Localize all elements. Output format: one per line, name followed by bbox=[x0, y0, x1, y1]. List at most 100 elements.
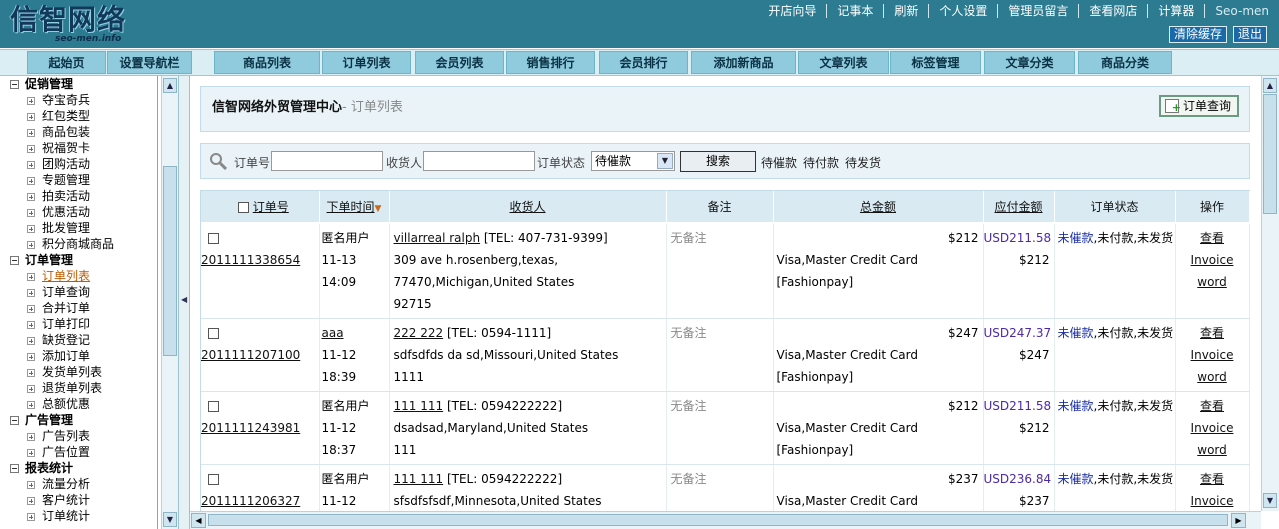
menu-item-6[interactable]: 会员排行 bbox=[599, 51, 688, 74]
menu-item-2[interactable]: 商品列表 bbox=[214, 51, 320, 74]
order-time-sort[interactable]: 下单时间 bbox=[327, 200, 375, 214]
order-no-link[interactable]: 2011111206327 bbox=[201, 494, 300, 508]
main-scrollbar[interactable]: ▲ ▼ bbox=[1261, 76, 1279, 511]
consignee-name-link[interactable]: 222 222 bbox=[394, 326, 444, 340]
sidebar-item[interactable]: 祝福贺卡 bbox=[0, 140, 157, 156]
sidebar-item[interactable]: 合并订单 bbox=[0, 300, 157, 316]
invoice-link[interactable]: Invoice bbox=[1191, 348, 1234, 362]
collapse-icon[interactable] bbox=[10, 80, 19, 89]
sidebar-item[interactable]: 添加订单 bbox=[0, 348, 157, 364]
search-button[interactable]: 搜索 bbox=[680, 151, 756, 172]
scroll-down-icon[interactable]: ▼ bbox=[163, 512, 177, 527]
sidebar-item[interactable]: 优惠活动 bbox=[0, 204, 157, 220]
status-select[interactable]: 待催款 ▼ bbox=[591, 151, 675, 171]
menu-item-3[interactable]: 订单列表 bbox=[322, 51, 411, 74]
sidebar-item[interactable]: 广告位置 bbox=[0, 444, 157, 460]
menu-item-8[interactable]: 文章列表 bbox=[798, 51, 889, 74]
consignee-name-link[interactable]: 111 111 bbox=[394, 399, 444, 413]
order-no-link[interactable]: 2011111243981 bbox=[201, 421, 300, 435]
sidebar-item[interactable]: 退货单列表 bbox=[0, 380, 157, 396]
sidebar-scrollbar[interactable]: ▲ ▼ bbox=[161, 76, 178, 529]
scroll-right-icon[interactable]: ▶ bbox=[1231, 513, 1246, 528]
sidebar-group[interactable]: 报表统计 bbox=[0, 460, 157, 476]
scroll-up-icon[interactable]: ▲ bbox=[163, 78, 177, 93]
buyer-name[interactable]: aaa bbox=[322, 322, 389, 344]
menu-item-10[interactable]: 文章分类 bbox=[984, 51, 1075, 74]
sidebar-item[interactable]: 订单统计 bbox=[0, 508, 157, 524]
row-checkbox[interactable] bbox=[208, 473, 219, 485]
select-all-checkbox[interactable] bbox=[237, 202, 249, 213]
consignee-sort[interactable]: 收货人 bbox=[509, 200, 545, 214]
sidebar-splitter[interactable]: ◀ bbox=[178, 76, 190, 529]
sidebar-item[interactable]: 商品包装 bbox=[0, 124, 157, 140]
row-checkbox[interactable] bbox=[208, 233, 219, 244]
row-checkbox[interactable] bbox=[208, 327, 219, 339]
scroll-thumb[interactable] bbox=[163, 166, 177, 356]
collapse-icon[interactable] bbox=[10, 464, 19, 473]
scroll-down-icon[interactable]: ▼ bbox=[1263, 493, 1277, 508]
invoice-link[interactable]: Invoice bbox=[1191, 494, 1234, 508]
sidebar-item[interactable]: 总额优惠 bbox=[0, 396, 157, 412]
invoice-link[interactable]: Invoice bbox=[1191, 253, 1234, 267]
view-link[interactable]: 查看 bbox=[1176, 227, 1249, 249]
menu-item-1[interactable]: 设置导航栏 bbox=[107, 51, 192, 74]
col-order-time[interactable]: 下单时间▼ bbox=[319, 191, 390, 224]
menu-item-5[interactable]: 销售排行 bbox=[506, 51, 595, 74]
top-link-6[interactable]: 计算器 bbox=[1148, 4, 1206, 18]
sidebar-item[interactable]: 专题管理 bbox=[0, 172, 157, 188]
col-total[interactable]: 总金额 bbox=[773, 191, 984, 224]
top-link-2[interactable]: 刷新 bbox=[884, 4, 930, 18]
sidebar-group[interactable]: 促销管理 bbox=[0, 76, 157, 92]
filter-await-reminder[interactable]: 待催款 bbox=[761, 154, 797, 171]
sidebar-item[interactable]: 广告列表 bbox=[0, 428, 157, 444]
invoice-link[interactable]: Invoice bbox=[1191, 421, 1234, 435]
filter-await-payment[interactable]: 待付款 bbox=[803, 154, 839, 171]
top-link-0[interactable]: 开店向导 bbox=[758, 4, 828, 18]
consignee-name-link[interactable]: 111 111 bbox=[394, 472, 444, 486]
row-checkbox[interactable] bbox=[208, 400, 219, 412]
menu-item-9[interactable]: 标签管理 bbox=[890, 51, 981, 74]
word-link[interactable]: word bbox=[1197, 275, 1227, 289]
sidebar-group[interactable]: 订单管理 bbox=[0, 252, 157, 268]
top-link-5[interactable]: 查看网店 bbox=[1079, 4, 1149, 18]
collapse-icon[interactable] bbox=[10, 416, 19, 425]
scroll-left-icon[interactable]: ◀ bbox=[191, 513, 206, 528]
order-query-button[interactable]: 订单查询 bbox=[1158, 95, 1239, 117]
order-no-sort[interactable]: 订单号 bbox=[253, 200, 289, 214]
horizontal-scrollbar[interactable]: ◀ ▶ bbox=[190, 511, 1261, 529]
consignee-name-link[interactable]: villarreal ralph bbox=[394, 231, 481, 245]
sidebar-group[interactable]: 广告管理 bbox=[0, 412, 157, 428]
view-link[interactable]: 查看 bbox=[1176, 322, 1249, 344]
scroll-up-icon[interactable]: ▲ bbox=[1263, 78, 1277, 93]
sidebar-item[interactable]: 客户统计 bbox=[0, 492, 157, 508]
sidebar-item[interactable]: 积分商城商品 bbox=[0, 236, 157, 252]
col-consignee[interactable]: 收货人 bbox=[389, 191, 667, 224]
view-link[interactable]: 查看 bbox=[1176, 395, 1249, 417]
sidebar-item[interactable]: 批发管理 bbox=[0, 220, 157, 236]
scroll-thumb[interactable] bbox=[1263, 94, 1277, 214]
sidebar-item[interactable]: 订单打印 bbox=[0, 316, 157, 332]
payable-sort[interactable]: 应付金额 bbox=[994, 200, 1042, 214]
logout-button[interactable]: 退出 bbox=[1232, 26, 1267, 43]
sidebar-item[interactable]: 团购活动 bbox=[0, 156, 157, 172]
sidebar-item[interactable]: 流量分析 bbox=[0, 476, 157, 492]
consignee-input[interactable] bbox=[423, 151, 535, 171]
collapse-arrow-icon[interactable]: ◀ bbox=[181, 295, 187, 304]
sidebar-item[interactable]: 夺宝奇兵 bbox=[0, 92, 157, 108]
col-order-no[interactable]: 订单号 bbox=[201, 191, 320, 224]
total-sort[interactable]: 总金额 bbox=[860, 200, 896, 214]
collapse-icon[interactable] bbox=[10, 256, 19, 265]
sidebar-item[interactable]: 发货单列表 bbox=[0, 364, 157, 380]
menu-item-4[interactable]: 会员列表 bbox=[415, 51, 504, 74]
clear-cache-button[interactable]: 清除缓存 bbox=[1168, 26, 1227, 43]
word-link[interactable]: word bbox=[1197, 370, 1227, 384]
view-link[interactable]: 查看 bbox=[1176, 468, 1249, 490]
scroll-thumb[interactable] bbox=[208, 514, 1228, 526]
filter-await-shipping[interactable]: 待发货 bbox=[845, 154, 881, 171]
col-payable[interactable]: 应付金额 bbox=[983, 191, 1055, 224]
sidebar-item[interactable]: 红包类型 bbox=[0, 108, 157, 124]
top-link-1[interactable]: 记事本 bbox=[827, 4, 885, 18]
menu-item-7[interactable]: 添加新商品 bbox=[691, 51, 796, 74]
order-no-link[interactable]: 2011111207100 bbox=[201, 348, 300, 362]
word-link[interactable]: word bbox=[1197, 443, 1227, 457]
